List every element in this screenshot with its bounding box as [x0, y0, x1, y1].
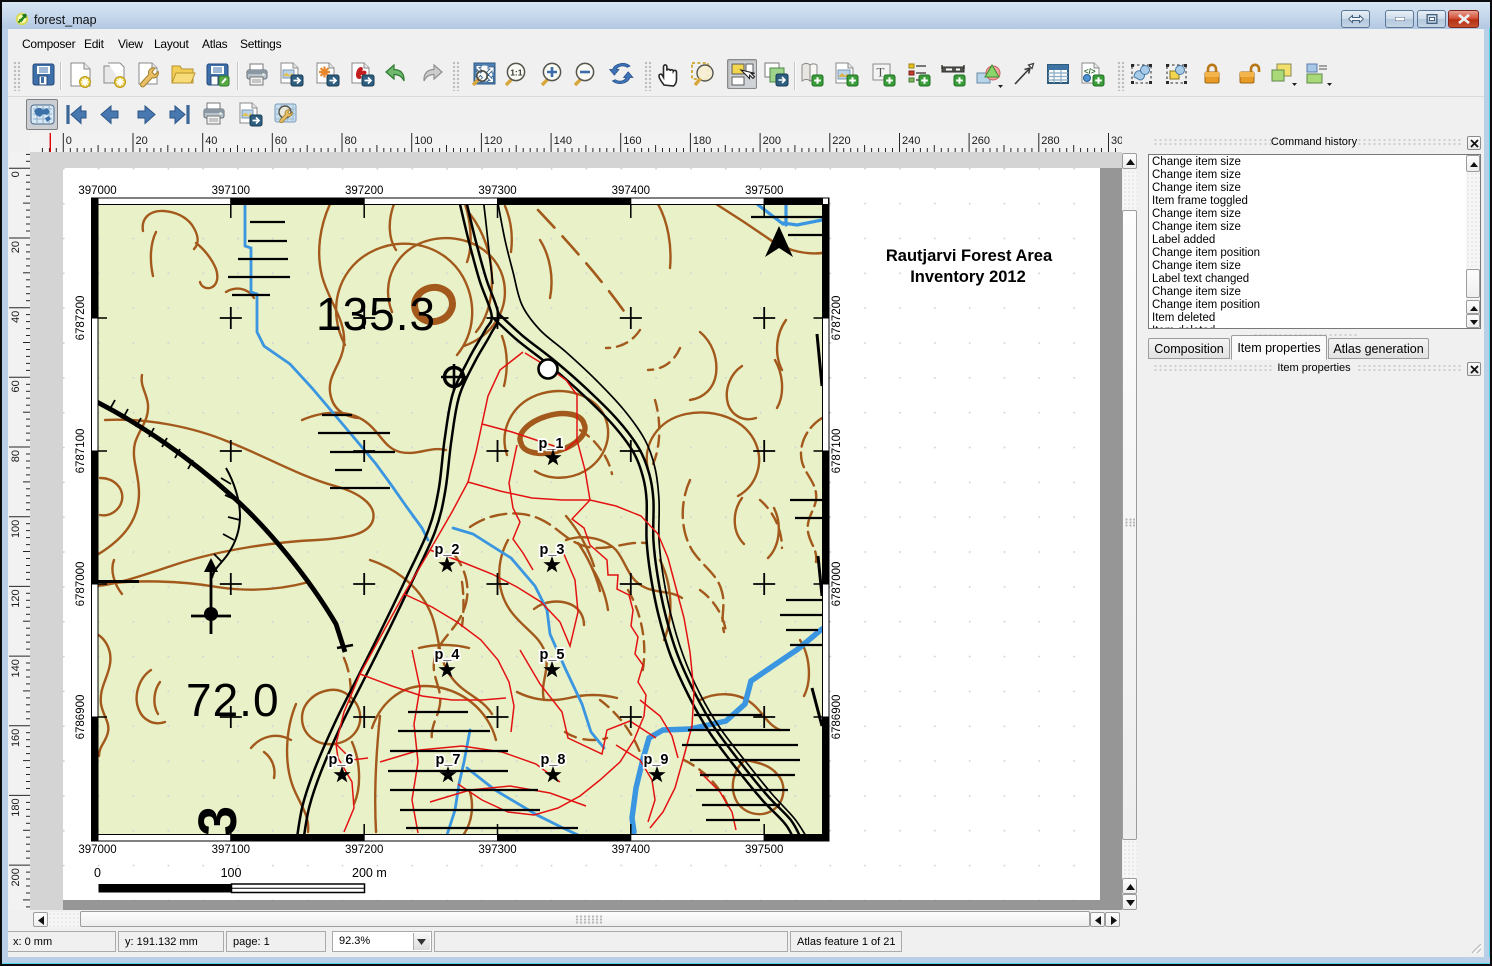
svg-text:160: 160: [623, 135, 641, 147]
svg-text:140: 140: [554, 135, 572, 147]
svg-text:180: 180: [693, 135, 711, 147]
svg-text:397100: 397100: [212, 185, 250, 197]
svg-text:100: 100: [10, 520, 22, 538]
svg-text:6787100: 6787100: [75, 429, 87, 474]
svg-text:p_4: p_4: [435, 647, 460, 663]
svg-text:397500: 397500: [745, 844, 783, 856]
svg-text:80: 80: [10, 450, 22, 462]
svg-text:220: 220: [832, 135, 850, 147]
svg-text:397300: 397300: [478, 185, 516, 197]
svg-text:397200: 397200: [345, 185, 383, 197]
svg-text:100: 100: [221, 866, 242, 880]
svg-text:200: 200: [10, 868, 22, 886]
svg-text:397400: 397400: [612, 844, 650, 856]
svg-text:6787200: 6787200: [75, 296, 87, 341]
svg-text:T: T: [877, 65, 885, 80]
svg-text:397300: 397300: [478, 844, 516, 856]
svg-text:160: 160: [10, 729, 22, 747]
svg-text:0: 0: [10, 171, 22, 177]
svg-text:260: 260: [972, 135, 990, 147]
svg-text:40: 40: [10, 311, 22, 323]
svg-text:280: 280: [1041, 135, 1059, 147]
svg-text:100: 100: [414, 135, 432, 147]
svg-text:6787100: 6787100: [831, 429, 843, 474]
svg-text:397000: 397000: [78, 185, 116, 197]
svg-text:6787000: 6787000: [831, 562, 843, 607]
svg-text:397000: 397000: [78, 844, 116, 856]
svg-text:200 m: 200 m: [352, 866, 387, 880]
svg-text:60: 60: [275, 135, 287, 147]
svg-text:140: 140: [10, 659, 22, 677]
svg-text:0: 0: [66, 135, 72, 147]
svg-text:20: 20: [10, 241, 22, 253]
svg-text:180: 180: [10, 798, 22, 816]
svg-text:1:1: 1:1: [510, 68, 523, 78]
svg-text:0: 0: [94, 866, 101, 880]
svg-text:p_1: p_1: [539, 436, 564, 452]
svg-text:p_2: p_2: [435, 542, 460, 558]
svg-text:6787000: 6787000: [75, 562, 87, 607]
svg-text:p_3: p_3: [540, 542, 565, 558]
svg-text:40: 40: [205, 135, 217, 147]
svg-text:6786900: 6786900: [831, 695, 843, 740]
svg-text:397200: 397200: [345, 844, 383, 856]
svg-text:240: 240: [902, 135, 920, 147]
svg-text:p_8: p_8: [541, 752, 566, 768]
svg-text:p_6: p_6: [329, 752, 354, 768]
svg-text:397400: 397400: [612, 185, 650, 197]
svg-text:p_7: p_7: [436, 752, 461, 768]
svg-text:120: 120: [484, 135, 502, 147]
svg-text:6787200: 6787200: [831, 296, 843, 341]
svg-text:20: 20: [136, 135, 148, 147]
svg-text:p_5: p_5: [540, 647, 565, 663]
svg-text:p_9: p_9: [644, 752, 669, 768]
svg-text:72.0: 72.0: [186, 674, 280, 726]
svg-text:6786900: 6786900: [75, 695, 87, 740]
svg-text:397100: 397100: [212, 844, 250, 856]
svg-text:120: 120: [10, 589, 22, 607]
svg-text:60: 60: [10, 380, 22, 392]
svg-text:135.3: 135.3: [316, 288, 436, 340]
svg-text:397500: 397500: [745, 185, 783, 197]
svg-text:Rautjarvi Forest Area: Rautjarvi Forest Area: [886, 247, 1053, 265]
svg-text:3: 3: [188, 806, 248, 836]
svg-text:200: 200: [763, 135, 781, 147]
svg-text:300: 300: [1111, 135, 1122, 147]
svg-text:80: 80: [345, 135, 357, 147]
svg-text:Inventory 2012: Inventory 2012: [910, 268, 1026, 286]
